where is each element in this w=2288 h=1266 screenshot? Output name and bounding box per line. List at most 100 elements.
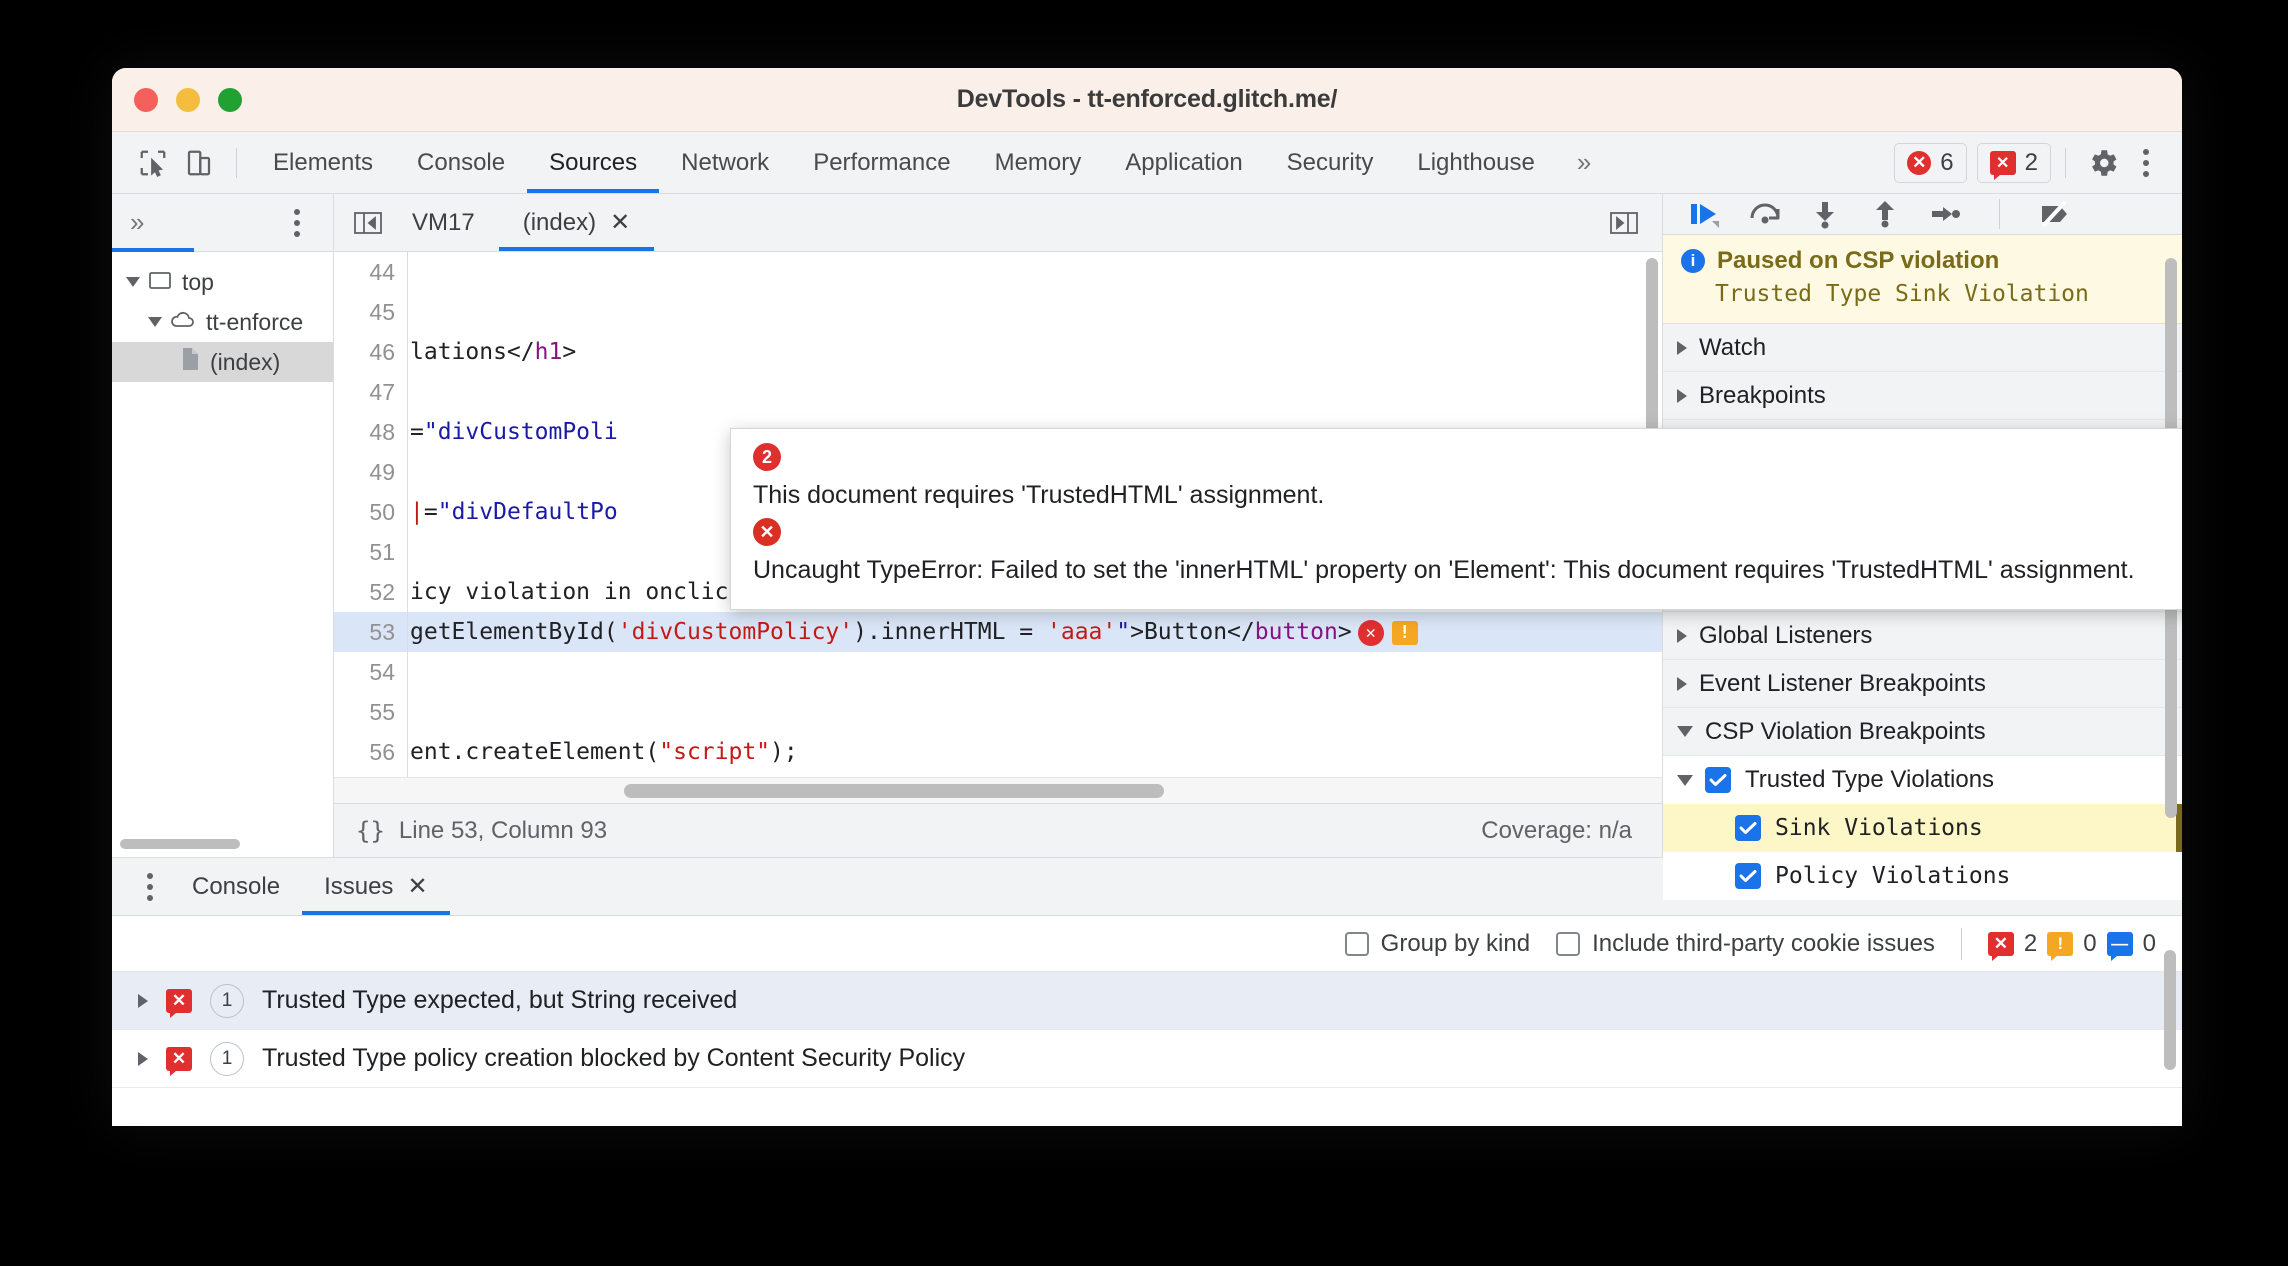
tab-application[interactable]: Application [1103, 132, 1264, 193]
step-into-next-function-call-icon[interactable] [1805, 194, 1845, 234]
line-number: 46 [334, 332, 408, 372]
step-out-of-current-function-icon[interactable] [1865, 194, 1905, 234]
show-debugger-icon[interactable] [1604, 205, 1644, 241]
tab-elements[interactable]: Elements [251, 132, 395, 193]
line-number: 44 [334, 252, 408, 292]
tree-item-top[interactable]: top [112, 262, 333, 302]
main-menu-kebab-icon[interactable] [2126, 148, 2166, 177]
section-breakpoints[interactable]: Breakpoints [1663, 372, 2182, 420]
editor-tab-vm17[interactable]: VM17 [388, 194, 499, 251]
chevron-right-icon[interactable] [1677, 388, 1687, 403]
line-number: 53 [334, 612, 408, 652]
tab-sources[interactable]: Sources [527, 132, 660, 193]
tab-label: Sources [549, 148, 638, 176]
checkbox-box[interactable] [1556, 931, 1581, 956]
deactivate-breakpoints-icon[interactable] [2034, 194, 2074, 234]
settings-gear-icon[interactable] [2080, 140, 2126, 186]
include-third-party-label: Include third-party cookie issues [1592, 929, 1935, 957]
device-toolbar-icon[interactable] [176, 140, 222, 186]
paused-reason: Paused on CSP violation [1717, 247, 2000, 274]
chevron-down-icon[interactable] [126, 277, 140, 287]
issues-count[interactable]: ✕ 2 [1976, 142, 2051, 183]
chevron-down-icon[interactable] [1677, 726, 1693, 737]
close-icon[interactable]: ✕ [407, 872, 427, 901]
drawer-tab-issues[interactable]: Issues ✕ [302, 858, 451, 915]
tab-lighthouse[interactable]: Lighthouse [1395, 132, 1556, 193]
navigator-menu-kebab-icon[interactable] [277, 208, 317, 237]
navigator-more-tabs-icon[interactable]: » [130, 207, 145, 238]
breakpoint-sink-violations[interactable]: Sink Violations [1663, 804, 2182, 852]
tree-item-tt-enforce[interactable]: tt-enforce [112, 302, 333, 342]
section-csp-violation-breakpoints[interactable]: CSP Violation Breakpoints [1663, 708, 2182, 756]
screenshot-root: DevTools - tt-enforced.glitch.me/ Elemen… [0, 0, 2288, 1266]
code-line[interactable]: 54 [334, 652, 1662, 692]
tree-item-index[interactable]: (index) [112, 342, 333, 382]
group-by-kind-checkbox[interactable]: Group by kind [1344, 930, 1530, 958]
code-line[interactable]: 46 lations</h1> [334, 332, 1662, 372]
error-circle-icon: ✕ [753, 518, 781, 546]
inline-error-icon[interactable]: ✕ [1357, 619, 1384, 646]
chevron-right-icon[interactable] [1677, 340, 1687, 355]
code-line[interactable]: 45 [334, 292, 1662, 332]
drawer-tab-console[interactable]: Console [170, 858, 302, 915]
chevron-down-icon[interactable] [148, 317, 162, 327]
debugger-toolbar [1663, 194, 2182, 235]
tooltip-message-1: 2 This document requires 'TrustedHTML' a… [753, 443, 2182, 514]
issues-vertical-scrollbar[interactable] [2164, 950, 2176, 1070]
chevron-right-icon[interactable] [1677, 676, 1687, 691]
code-line[interactable]: 47 [334, 372, 1662, 412]
tooltip-message-text: This document requires 'TrustedHTML' ass… [753, 481, 1325, 509]
more-tabs-icon[interactable]: » [1557, 147, 1606, 178]
tab-console[interactable]: Console [395, 132, 527, 193]
show-navigator-icon[interactable] [348, 205, 388, 241]
tree-item-label: top [182, 268, 214, 295]
line-content: getElementById('divCustomPolicy').innerH… [408, 612, 1418, 652]
tab-label: Network [681, 148, 770, 176]
issue-occurrence-count: 1 [210, 1041, 244, 1076]
code-line[interactable]: 44 [334, 252, 1662, 292]
issue-row[interactable]: ✕ 1 Trusted Type expected, but String re… [112, 972, 2182, 1030]
section-global-listeners[interactable]: Global Listeners [1663, 612, 2182, 660]
drawer-menu-kebab-icon[interactable] [130, 872, 170, 901]
issue-count-label: 2 [2024, 148, 2038, 176]
step-over-next-function-call-icon[interactable] [1745, 194, 1785, 234]
pretty-print-icon[interactable]: {} [356, 817, 385, 845]
step-icon[interactable] [1925, 194, 1965, 234]
chevron-right-icon[interactable] [1677, 628, 1687, 643]
breakpoint-policy-violations[interactable]: Policy Violations [1663, 852, 2182, 900]
chevron-down-icon[interactable] [1677, 774, 1693, 786]
inspect-element-icon[interactable] [130, 140, 176, 186]
devtools-window: DevTools - tt-enforced.glitch.me/ Elemen… [112, 68, 2182, 1126]
editor-status-bar: {} Line 53, Column 93 Coverage: n/a [334, 803, 1662, 857]
tooltip-message-2: ✕ Uncaught TypeError: Failed to set the … [753, 518, 2182, 589]
navigator-horizontal-scrollbar[interactable] [120, 839, 240, 849]
checkbox-trusted-type-violations[interactable] [1705, 767, 1731, 793]
include-third-party-cookie-issues-checkbox[interactable]: Include third-party cookie issues [1556, 930, 1935, 958]
title-bar: DevTools - tt-enforced.glitch.me/ [112, 68, 2182, 132]
checkbox-sink-violations[interactable] [1735, 815, 1761, 841]
code-line[interactable]: 56 ent.createElement("script"); [334, 732, 1662, 772]
breakpoint-group-trusted-type-violations[interactable]: Trusted Type Violations [1663, 756, 2182, 804]
issue-row[interactable]: ✕ 1 Trusted Type policy creation blocked… [112, 1030, 2182, 1088]
debugger-sections: Watch Breakpoints Scope Call Stack [1663, 324, 2182, 900]
resume-script-execution-icon[interactable] [1685, 194, 1725, 234]
info-balloon-icon: — [2106, 931, 2133, 961]
tab-performance[interactable]: Performance [791, 132, 972, 193]
section-watch[interactable]: Watch [1663, 324, 2182, 372]
issues-warning-count: 0 [2083, 929, 2097, 957]
editor-horizontal-scrollbar[interactable] [624, 784, 1164, 798]
section-event-listener-breakpoints[interactable]: Event Listener Breakpoints [1663, 660, 2182, 708]
code-line-execution[interactable]: 53 getElementById('divCustomPolicy').inn… [334, 612, 1662, 652]
checkbox-box[interactable] [1344, 931, 1369, 956]
tab-network[interactable]: Network [659, 132, 791, 193]
editor-tab-index[interactable]: (index) ✕ [498, 194, 655, 251]
code-line[interactable]: 55 [334, 692, 1662, 732]
checkbox-policy-violations[interactable] [1735, 863, 1761, 889]
tab-security[interactable]: Security [1265, 132, 1396, 193]
chevron-right-icon[interactable] [138, 993, 148, 1008]
console-error-count[interactable]: ✕ 6 [1894, 142, 1967, 183]
chevron-right-icon[interactable] [138, 1051, 148, 1066]
close-icon[interactable]: ✕ [610, 208, 630, 237]
inline-warning-icon[interactable]: ! [1391, 620, 1418, 645]
tab-memory[interactable]: Memory [973, 132, 1104, 193]
